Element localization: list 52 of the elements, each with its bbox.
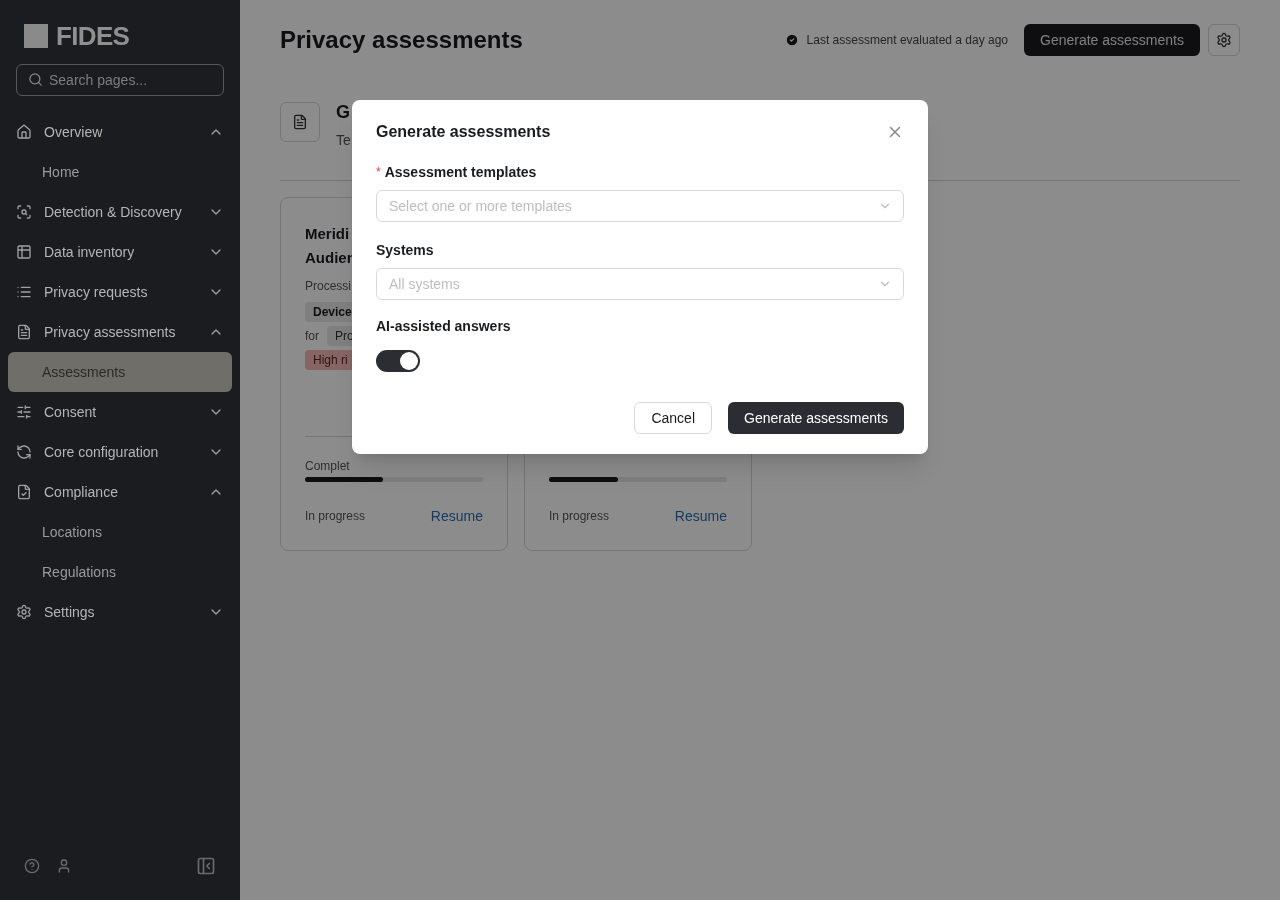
help-icon[interactable] xyxy=(24,858,40,874)
document-check-icon xyxy=(16,484,32,500)
house-icon xyxy=(16,124,32,140)
nav-item[interactable]: Core configuration xyxy=(8,432,232,472)
nav-item[interactable]: Privacy requests xyxy=(8,272,232,312)
cancel-button[interactable]: Cancel xyxy=(634,402,713,434)
for-label: for xyxy=(305,328,319,344)
nav-subitem[interactable]: Locations xyxy=(8,512,232,552)
select-field[interactable]: Select one or more templates xyxy=(376,190,904,222)
dialog-title: Generate assessments xyxy=(376,122,551,142)
nav-subitem[interactable]: Regulations xyxy=(8,552,232,592)
search-field[interactable]: Search pages... xyxy=(16,64,224,96)
logo-icon xyxy=(24,24,48,48)
nav-item[interactable]: Settings xyxy=(8,592,232,632)
list-icon xyxy=(16,284,32,300)
collapse-sidebar-icon[interactable] xyxy=(196,856,216,876)
section-title: G xyxy=(336,102,351,122)
settings-icon xyxy=(1216,32,1232,48)
sliders-icon xyxy=(16,404,32,420)
generate-button[interactable]: Generate assessments xyxy=(728,402,904,434)
nav-item[interactable]: Privacy assessments xyxy=(8,312,232,352)
section-subtitle: Te xyxy=(336,131,351,150)
scan-search-icon xyxy=(16,204,32,220)
search-icon xyxy=(28,72,43,87)
toggle-switch[interactable] xyxy=(376,350,420,372)
user-icon[interactable] xyxy=(56,858,72,874)
document-icon xyxy=(16,324,32,340)
table-icon xyxy=(16,244,32,260)
field-label: Systems xyxy=(376,241,434,260)
page-title: Privacy assessments xyxy=(280,25,524,55)
refresh-icon xyxy=(16,444,32,460)
settings-button[interactable] xyxy=(1208,24,1240,56)
document-icon xyxy=(292,114,308,130)
field-label: Assessment templates xyxy=(384,163,537,182)
nav-item[interactable]: Compliance xyxy=(8,472,232,512)
nav-subitem[interactable]: Home xyxy=(8,152,232,192)
logo-text: FIDES xyxy=(56,19,130,53)
nav-item[interactable]: Consent xyxy=(8,392,232,432)
status-text: In progress xyxy=(549,508,610,524)
nav-item[interactable]: Overview xyxy=(8,112,232,152)
nav-item[interactable]: Detection & Discovery xyxy=(8,192,232,232)
required-mark: * xyxy=(376,164,381,180)
field-label: AI-assisted answers xyxy=(376,317,512,336)
card-label: Processi xyxy=(305,278,351,294)
settings-icon xyxy=(16,604,32,620)
generate-button[interactable]: Generate assessments xyxy=(1024,24,1200,56)
check-icon xyxy=(784,33,799,47)
status-text: Last assessment evaluated a day ago xyxy=(806,32,1009,48)
status-text: In progress xyxy=(305,508,366,524)
progress-label: Complet xyxy=(305,459,350,473)
select-field[interactable]: All systems xyxy=(376,268,904,300)
nav-item[interactable]: Data inventory xyxy=(8,232,232,272)
